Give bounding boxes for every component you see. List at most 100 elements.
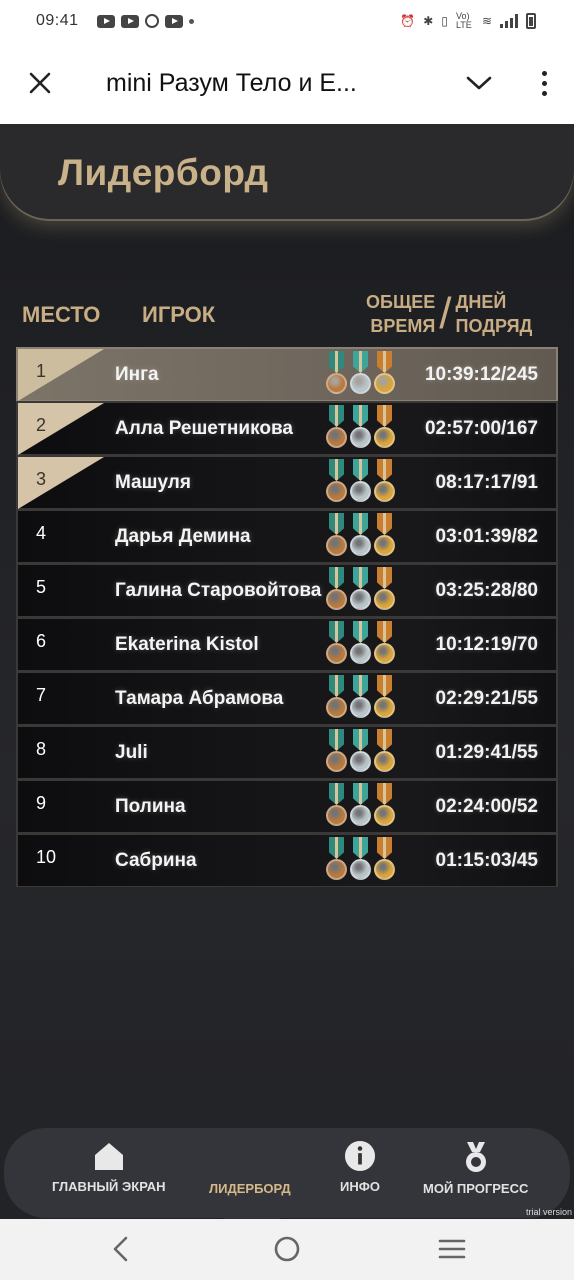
row-score: 03:25:28/80: [435, 579, 538, 601]
home-circle-icon[interactable]: [273, 1235, 301, 1263]
row-player-name: Сабрина: [115, 849, 197, 871]
time-header-line2: ВРЕМЯ: [370, 316, 436, 336]
row-rank: 1: [36, 361, 47, 381]
leaderboard-row[interactable]: 3 Машуля 08:17:17/91: [16, 455, 558, 509]
youtube-icon: [96, 14, 115, 28]
leaderboard-row[interactable]: 2 Алла Решетникова 02:57:00/167: [16, 401, 558, 455]
row-medals: [326, 729, 396, 777]
silver-medal-icon: [350, 351, 371, 399]
row-score: 10:39:12/245: [424, 363, 538, 385]
row-medals: [326, 675, 396, 723]
leaderboard-row[interactable]: 9 Полина 02:24:00/52: [16, 779, 558, 833]
home-icon: [94, 1143, 123, 1170]
vibrate-icon: ▯: [441, 14, 448, 28]
row-medals: [326, 567, 396, 615]
gold-medal-icon: [374, 729, 395, 777]
bronze-medal-icon: [326, 729, 347, 777]
rank-highlight-corner: [18, 457, 104, 509]
silver-medal-icon: [350, 621, 371, 669]
silver-medal-icon: [350, 513, 371, 561]
silver-medal-icon: [350, 405, 371, 453]
notification-icons: [96, 14, 194, 28]
wifi-icon: ≋: [481, 14, 492, 28]
system-navigation-bar: [0, 1219, 574, 1280]
row-medals: [326, 837, 396, 885]
time-header-line1: ОБЩЕЕ: [366, 292, 436, 312]
close-button[interactable]: [0, 42, 80, 124]
nav-home-label: ГЛАВНЫЙ ЭКРАН: [52, 1179, 166, 1194]
signal-icon: [500, 14, 518, 28]
system-status-icons: ⏰ ✱ ▯ Vo) LTE ≋: [400, 12, 536, 30]
header-divider: /: [439, 289, 452, 338]
gold-medal-icon: [374, 567, 395, 615]
nav-progress[interactable]: МОЙ ПРОГРЕСС: [423, 1140, 528, 1196]
gold-medal-icon: [374, 783, 395, 831]
bronze-medal-icon: [326, 513, 347, 561]
gold-medal-icon: [374, 351, 395, 399]
medal-icon: [465, 1142, 486, 1172]
leaderboard-row[interactable]: 1 Инга 10:39:12/245: [16, 347, 558, 401]
info-icon: [344, 1140, 376, 1172]
chevron-down-icon: [466, 76, 492, 90]
bronze-medal-icon: [326, 783, 347, 831]
row-medals: [326, 513, 396, 561]
header-panel: Лидерборд: [0, 124, 574, 219]
status-time: 09:41: [36, 12, 79, 29]
row-player-name: Инга: [115, 363, 159, 385]
nav-home[interactable]: ГЛАВНЫЙ ЭКРАН: [52, 1140, 166, 1194]
row-player-name: Алла Решетникова: [115, 417, 293, 439]
leaderboard-row[interactable]: 5 Галина Старовойтова 03:25:28/80: [16, 563, 558, 617]
record-icon: [144, 14, 159, 28]
more-menu-button[interactable]: [514, 42, 574, 124]
gold-medal-icon: [374, 621, 395, 669]
row-player-name: Дарья Демина: [115, 525, 251, 547]
row-score: 10:12:19/70: [435, 633, 538, 655]
row-rank: 7: [36, 685, 47, 705]
row-score: 02:24:00/52: [435, 795, 538, 817]
column-rank-header: МЕСТО: [22, 302, 101, 327]
bronze-medal-icon: [326, 567, 347, 615]
row-player-name: Машуля: [115, 471, 191, 493]
youtube-icon: [120, 14, 139, 28]
alarm-icon: ⏰: [400, 14, 416, 28]
nav-leaderboard[interactable]: ЛИДЕРБОРД: [209, 1174, 291, 1196]
row-medals: [326, 351, 396, 399]
row-player-name: Тамара Абрамова: [115, 687, 284, 709]
silver-medal-icon: [350, 459, 371, 507]
row-rank: 4: [36, 523, 47, 543]
leaderboard-row[interactable]: 8 Juli 01:29:41/55: [16, 725, 558, 779]
battery-icon: [526, 13, 536, 29]
youtube-icon: [164, 14, 183, 28]
silver-medal-icon: [350, 729, 371, 777]
nav-info[interactable]: ИНФО: [340, 1140, 380, 1194]
gold-medal-icon: [374, 837, 395, 885]
row-rank: 2: [36, 415, 47, 435]
app-title: mini Разум Тело и Е...: [106, 68, 357, 97]
row-rank: 5: [36, 577, 47, 597]
leaderboard-row[interactable]: 6 Ekaterina Kistol 10:12:19/70: [16, 617, 558, 671]
bronze-medal-icon: [326, 621, 347, 669]
row-player-name: Галина Старовойтова: [115, 579, 322, 601]
back-icon[interactable]: [110, 1235, 132, 1263]
days-header-line2: ПОДРЯД: [455, 316, 533, 336]
row-medals: [326, 783, 396, 831]
recent-apps-icon[interactable]: [438, 1235, 466, 1263]
row-score: 01:29:41/55: [435, 741, 538, 763]
row-score: 02:29:21/55: [435, 687, 538, 709]
leaderboard-row[interactable]: 4 Дарья Демина 03:01:39/82: [16, 509, 558, 563]
more-vert-icon: [541, 70, 547, 76]
page-title: Лидерборд: [58, 152, 269, 193]
bronze-medal-icon: [326, 837, 347, 885]
days-header-line1: ДНЕЙ: [455, 292, 507, 312]
leaderboard-row[interactable]: 10 Сабрина 01:15:03/45: [16, 833, 558, 887]
silver-medal-icon: [350, 675, 371, 723]
expand-button[interactable]: [444, 42, 514, 124]
row-medals: [326, 459, 396, 507]
bronze-medal-icon: [326, 405, 347, 453]
row-score: 02:57:00/167: [424, 417, 538, 439]
row-rank: 3: [36, 469, 47, 489]
bottom-navigation: ГЛАВНЫЙ ЭКРАН ЛИДЕРБОРД ИНФО МОЙ ПРОГРЕС…: [4, 1128, 570, 1218]
column-player-header: ИГРОК: [142, 302, 216, 327]
leaderboard-row[interactable]: 7 Тамара Абрамова 02:29:21/55: [16, 671, 558, 725]
nav-progress-label: МОЙ ПРОГРЕСС: [423, 1181, 529, 1196]
